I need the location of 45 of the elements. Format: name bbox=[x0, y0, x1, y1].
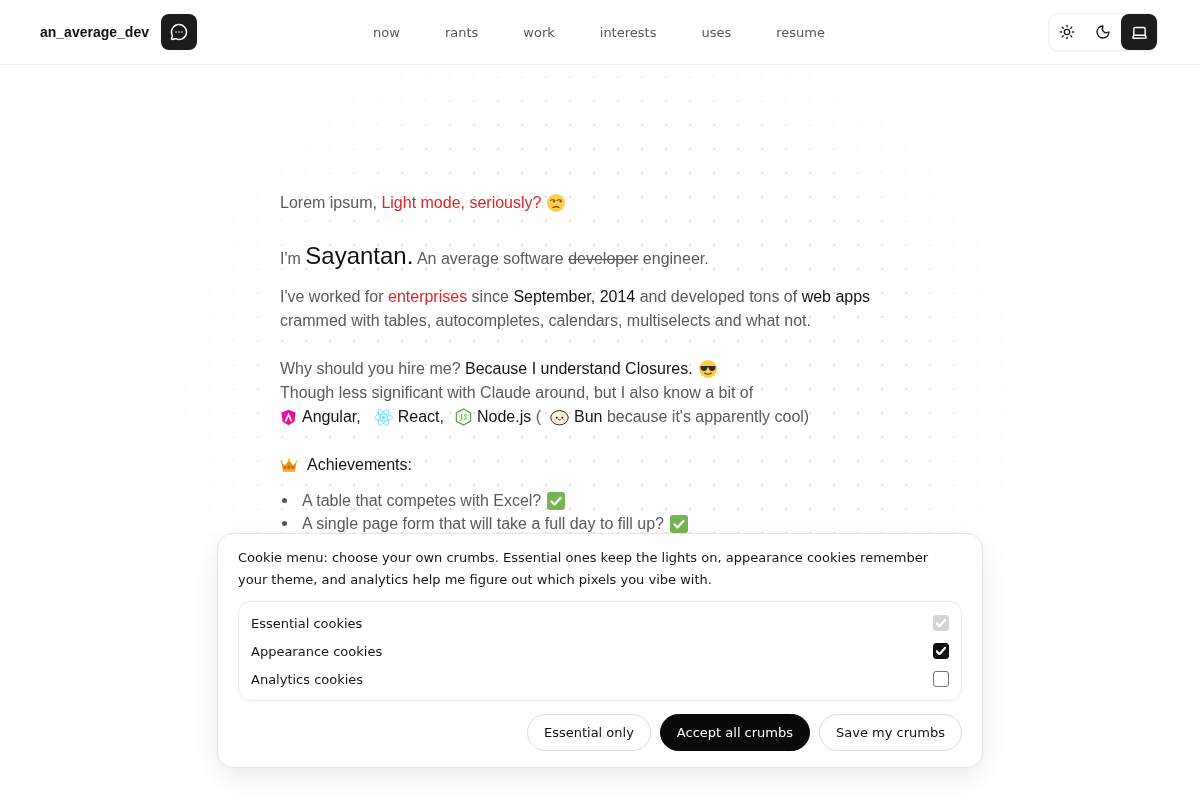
headline-text: I'm Sayantan.An average software developer engineer. bbox=[280, 241, 710, 271]
unamused-face-icon bbox=[547, 194, 566, 212]
bun-logo-icon bbox=[550, 408, 569, 426]
nav-link[interactable]: resume bbox=[764, 18, 837, 46]
sun-icon bbox=[1059, 24, 1075, 40]
nav-link[interactable]: uses bbox=[689, 18, 744, 46]
achievement-text: A single page form that will take a full day to fill up? bbox=[302, 513, 664, 534]
crown-icon bbox=[280, 456, 298, 474]
atom-icon bbox=[373, 408, 393, 426]
moon-icon bbox=[1095, 24, 1111, 40]
system-theme-button[interactable] bbox=[1121, 14, 1157, 50]
cookie-option-label: Analytics cookies bbox=[251, 671, 364, 687]
tech-name: Bun because it's apparently cool) bbox=[574, 407, 810, 427]
tick-icon bbox=[936, 619, 946, 627]
tech-name: Node.js ( bbox=[476, 407, 541, 427]
tech-name: React, bbox=[397, 407, 444, 427]
pitch-text: Why should you hire me? Because I understand Closures. bbox=[280, 359, 693, 379]
cookie-option-label: Appearance cookies bbox=[251, 643, 383, 659]
skills-note-text: Though less significant with Claude around, but I also know a bit of bbox=[280, 383, 755, 403]
shield-logo-icon bbox=[280, 408, 297, 426]
accept-all-button[interactable]: Accept all crumbs bbox=[659, 714, 811, 751]
cookie-message: Cookie menu: choose your own crumbs. Essential ones keep the lights on, appearance cookies remember your theme, and analytics help me figure out which pixels you vibe with. bbox=[238, 549, 930, 589]
bullet-icon bbox=[282, 498, 287, 503]
tech-name: Angular, bbox=[302, 407, 361, 427]
brand-name: an_average_dev bbox=[40, 24, 149, 40]
nav-link[interactable]: now bbox=[361, 18, 412, 46]
achievement-text: A table that competes with Excel? bbox=[302, 490, 542, 511]
experience-text: I've worked for enterprises since September, 2014 and developed tons of web apps crammed with tables, autocompletes, calendars, multiselects and what not. bbox=[280, 287, 872, 331]
nav-link[interactable]: interests bbox=[587, 18, 669, 46]
cookie-option-label: Essential cookies bbox=[251, 615, 363, 631]
nav-link[interactable]: work bbox=[511, 18, 567, 46]
chat-bubble-icon bbox=[169, 23, 188, 41]
cookie-button[interactable]: Essential only bbox=[526, 714, 651, 751]
checkbox[interactable] bbox=[933, 643, 949, 659]
nav-link[interactable]: rants bbox=[432, 18, 491, 46]
sunglasses-face-icon bbox=[698, 360, 717, 378]
checkbox[interactable] bbox=[933, 671, 949, 687]
chat-button[interactable] bbox=[160, 14, 197, 50]
cookie-button[interactable]: Save my crumbs bbox=[819, 714, 962, 751]
greeting-text: Lorem ipsum, Light mode, seriously? bbox=[280, 193, 542, 213]
achievements-heading: Achievements: bbox=[307, 455, 412, 475]
bullet-icon bbox=[282, 521, 287, 526]
check-mark-icon bbox=[547, 491, 566, 510]
tick-icon bbox=[936, 647, 946, 655]
hexagon-logo-icon bbox=[454, 408, 472, 426]
